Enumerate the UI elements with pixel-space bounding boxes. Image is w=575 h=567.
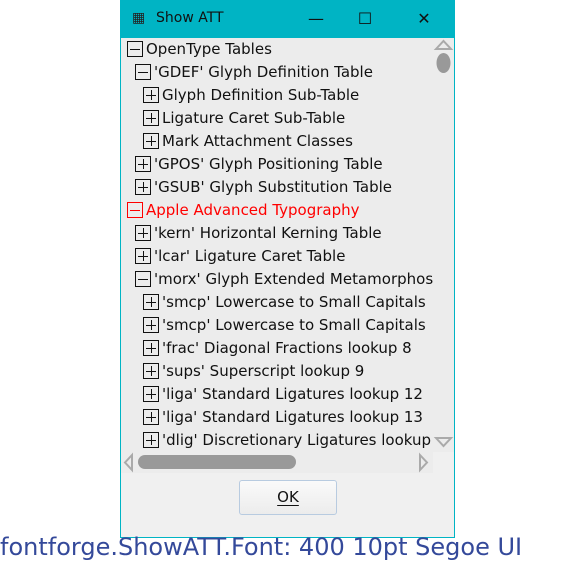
tree-item-label: 'smcp' Lowercase to Small Capitals — [162, 293, 426, 311]
caption: fontforge.ShowATT.Font: 400 10pt Segoe U… — [0, 533, 523, 561]
expand-icon[interactable] — [143, 409, 159, 425]
tree-item[interactable]: 'smcp' Lowercase to Small Capitals — [143, 291, 426, 314]
expand-icon[interactable] — [143, 363, 159, 379]
expand-icon[interactable] — [135, 248, 151, 264]
tree-item-label: 'kern' Horizontal Kerning Table — [154, 224, 382, 242]
expand-icon[interactable] — [143, 317, 159, 333]
tree-item[interactable]: 'frac' Diagonal Fractions lookup 8 — [143, 337, 412, 360]
tree-item[interactable]: 'dlig' Discretionary Ligatures lookup — [143, 429, 431, 452]
expand-icon[interactable] — [135, 179, 151, 195]
tree-item[interactable]: OpenType Tables — [127, 38, 272, 61]
tree-item-label: 'sups' Superscript lookup 9 — [162, 362, 365, 380]
horizontal-scrollbar[interactable] — [121, 452, 433, 473]
expand-icon[interactable] — [143, 87, 159, 103]
tree-item[interactable]: Mark Attachment Classes — [143, 130, 353, 153]
expand-icon[interactable] — [143, 340, 159, 356]
tree-item-label: 'liga' Standard Ligatures lookup 12 — [162, 385, 423, 403]
expand-icon[interactable] — [143, 133, 159, 149]
expand-icon[interactable] — [135, 156, 151, 172]
tree-item-label: 'frac' Diagonal Fractions lookup 8 — [162, 339, 412, 357]
expand-icon[interactable] — [143, 294, 159, 310]
scroll-right-arrow-icon — [419, 452, 429, 473]
tree-item-label: Mark Attachment Classes — [162, 132, 353, 150]
show-att-window: ▦ Show ATT — ☐ ✕ OpenType Tables 'GDEF' G… — [120, 0, 455, 538]
expand-icon[interactable] — [143, 386, 159, 402]
scroll-down-arrow-icon — [433, 437, 454, 448]
horizontal-scroll-thumb — [138, 455, 296, 469]
tree-item-label: 'dlig' Discretionary Ligatures lookup — [162, 431, 432, 449]
ok-button[interactable]: OK — [239, 480, 337, 515]
tree-item[interactable]: 'sups' Superscript lookup 9 — [143, 360, 364, 383]
tree-item[interactable]: 'smcp' Lowercase to Small Capitals — [143, 314, 426, 337]
tree-item[interactable]: 'GSUB' Glyph Substitution Table — [135, 176, 392, 199]
minimize-button[interactable]: — — [301, 4, 331, 34]
vertical-scrollbar[interactable] — [433, 38, 454, 452]
tree-item[interactable]: 'liga' Standard Ligatures lookup 13 — [143, 406, 423, 429]
tree-item-label: 'lcar' Ligature Caret Table — [154, 247, 346, 265]
fontforge-icon: ▦ — [132, 10, 146, 26]
scroll-left-arrow-icon — [123, 452, 133, 473]
tree-item-label: 'liga' Standard Ligatures lookup 13 — [162, 408, 423, 426]
tree-item[interactable]: 'kern' Horizontal Kerning Table — [135, 222, 382, 245]
title-bar[interactable]: ▦ Show ATT — ☐ ✕ — [121, 0, 454, 38]
expand-icon[interactable] — [143, 110, 159, 126]
tree-item-label: 'smcp' Lowercase to Small Capitals — [162, 316, 426, 334]
tree-item-label: Ligature Caret Sub-Table — [162, 109, 346, 127]
collapse-icon[interactable] — [127, 41, 143, 57]
tree-item[interactable]: 'lcar' Ligature Caret Table — [135, 245, 345, 268]
expand-icon[interactable] — [135, 225, 151, 241]
tree-item[interactable]: 'GPOS' Glyph Positioning Table — [135, 153, 383, 176]
scroll-up-arrow-icon — [433, 39, 454, 50]
tree-item[interactable]: 'morx' Glyph Extended Metamorphosis — [135, 268, 433, 291]
tree-item[interactable]: Glyph Definition Sub-Table — [143, 84, 359, 107]
tree-item[interactable]: Apple Advanced Typography — [127, 199, 360, 222]
tree-item[interactable]: 'GDEF' Glyph Definition Table — [135, 61, 373, 84]
tree-item[interactable]: 'liga' Standard Ligatures lookup 12 — [143, 383, 423, 406]
close-button[interactable]: ✕ — [409, 4, 439, 34]
window-title: Show ATT — [156, 10, 224, 26]
collapse-icon[interactable] — [135, 271, 151, 287]
tree-item-label: OpenType Tables — [146, 40, 272, 58]
collapse-icon[interactable] — [127, 202, 143, 218]
tree-item-label: 'GPOS' Glyph Positioning Table — [154, 155, 383, 173]
expand-icon[interactable] — [143, 432, 159, 448]
tree-item[interactable]: Ligature Caret Sub-Table — [143, 107, 345, 130]
ok-label: OK — [277, 488, 299, 506]
tree-item-label: 'GDEF' Glyph Definition Table — [154, 63, 373, 81]
tree-item-label: 'GSUB' Glyph Substitution Table — [154, 178, 392, 196]
tree-item-label: Glyph Definition Sub-Table — [162, 86, 360, 104]
tree-item-label: Apple Advanced Typography — [146, 201, 360, 219]
maximize-button[interactable]: ☐ — [350, 4, 380, 34]
collapse-icon[interactable] — [135, 64, 151, 80]
tree-item-label: 'morx' Glyph Extended Metamorphosis — [154, 270, 433, 288]
att-tree[interactable]: OpenType Tables 'GDEF' Glyph Definition T… — [121, 38, 433, 452]
vertical-scroll-thumb — [436, 53, 451, 73]
